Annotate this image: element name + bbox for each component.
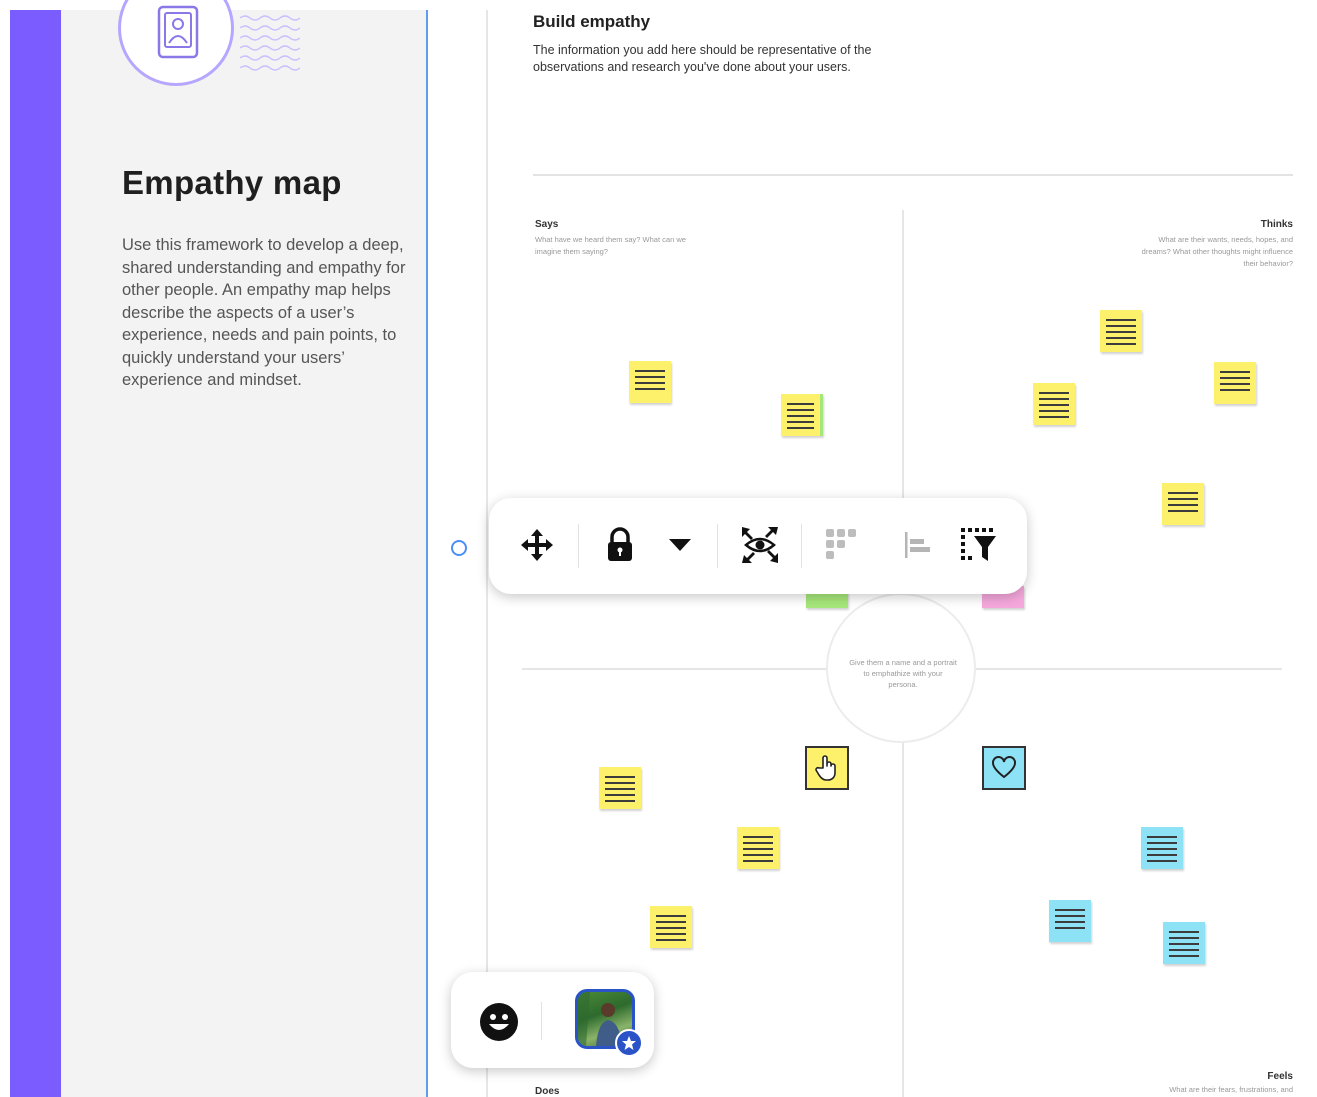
thinks-title: Thinks <box>1260 219 1293 230</box>
sticky-note[interactable] <box>650 906 692 948</box>
board-frame-edge <box>486 10 488 1097</box>
persona-circle[interactable]: Give them a name and a portrait to empha… <box>826 593 976 743</box>
divider-line <box>533 174 1293 176</box>
align-left-icon[interactable] <box>893 522 939 568</box>
does-title: Does <box>535 1086 560 1097</box>
sticky-note[interactable] <box>1162 483 1204 525</box>
persona-circle-text: Give them a name and a portrait to empha… <box>849 658 957 689</box>
board-title: Build empathy <box>533 12 651 31</box>
wavy-lines-decoration <box>240 15 300 71</box>
reactions-presence-widget <box>451 972 654 1068</box>
grid-dots-icon[interactable] <box>819 522 865 568</box>
template-accent-bar <box>10 10 61 1097</box>
emoji-reaction-icon[interactable] <box>479 1002 519 1047</box>
says-title: Says <box>535 219 559 230</box>
star-icon <box>615 1029 643 1057</box>
feels-title: Feels <box>1267 1071 1293 1082</box>
panel-title: Empathy map <box>122 164 342 201</box>
sticky-note[interactable] <box>629 361 671 403</box>
focus-view-icon[interactable] <box>737 522 783 568</box>
sticky-note[interactable] <box>1214 362 1256 404</box>
says-description: What have we heard them say? What can we… <box>535 235 686 256</box>
sticky-note[interactable] <box>1141 827 1183 869</box>
panel-description: Use this framework to develop a deep, sh… <box>122 236 406 389</box>
lock-icon[interactable] <box>597 522 643 568</box>
selection-handle[interactable] <box>451 540 467 556</box>
sticky-note[interactable] <box>1163 922 1205 964</box>
feels-description: What are their fears, frustrations, and <box>1169 1085 1293 1094</box>
selection-context-toolbar <box>489 498 1027 594</box>
filter-select-icon[interactable] <box>955 522 1001 568</box>
heart-icon[interactable] <box>982 746 1026 790</box>
sticky-note[interactable] <box>1049 900 1091 942</box>
panel-resize-handle[interactable] <box>426 10 428 1097</box>
hand-pointer-icon[interactable] <box>805 746 849 790</box>
thinks-description: What are their wants, needs, hopes, and … <box>1141 235 1293 268</box>
sticky-note[interactable] <box>599 767 641 809</box>
sticky-note[interactable] <box>1100 310 1142 352</box>
move-icon[interactable] <box>514 522 560 568</box>
board-subtitle: The information you add here should be r… <box>533 43 872 74</box>
sticky-note[interactable] <box>781 394 823 436</box>
dropdown-arrow-icon[interactable] <box>657 522 703 568</box>
sticky-note[interactable] <box>737 827 779 869</box>
sticky-note[interactable] <box>1033 383 1075 425</box>
